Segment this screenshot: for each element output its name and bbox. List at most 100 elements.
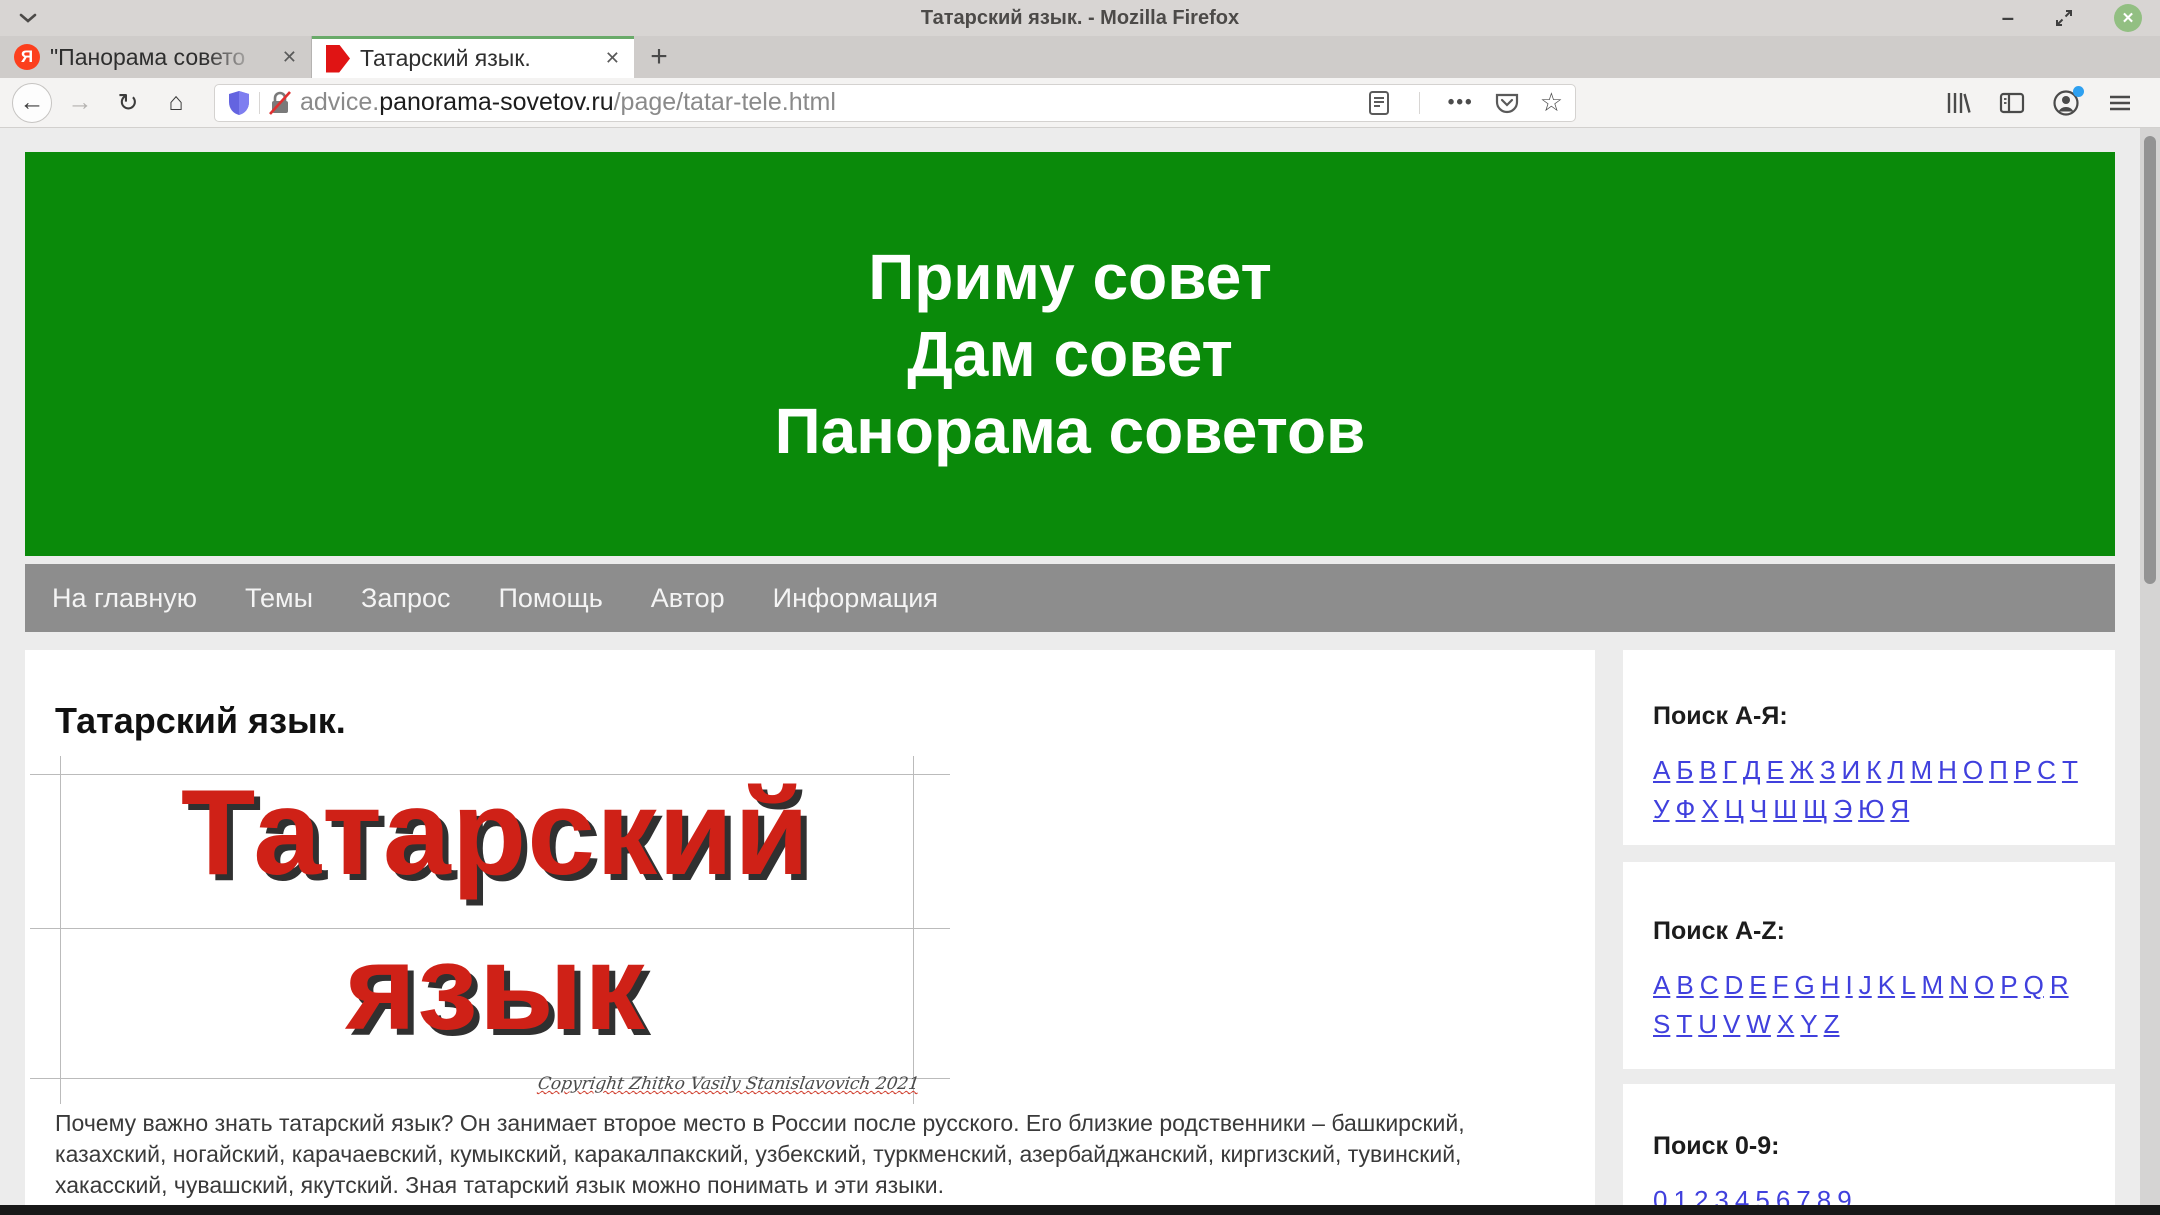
- letter-link[interactable]: О: [1963, 755, 1983, 786]
- letter-link[interactable]: Т: [2062, 755, 2078, 786]
- back-button[interactable]: ←: [12, 83, 52, 123]
- maximize-button[interactable]: [2054, 8, 2074, 28]
- library-icon[interactable]: [1944, 89, 1972, 117]
- letter-link[interactable]: Г: [1723, 755, 1737, 786]
- letter-link[interactable]: Щ: [1803, 794, 1827, 825]
- letter-link[interactable]: P: [2000, 970, 2017, 1001]
- screen-bottom-edge: [0, 1205, 2160, 1215]
- letter-link[interactable]: K: [1878, 970, 1895, 1001]
- letter-link[interactable]: I: [1846, 970, 1853, 1001]
- url-text[interactable]: advice.panorama-sovetov.ru/page/tatar-te…: [300, 88, 1367, 117]
- sidebars-icon[interactable]: [1998, 89, 2026, 117]
- letter-link[interactable]: З: [1820, 755, 1836, 786]
- letter-link[interactable]: O: [1974, 970, 1994, 1001]
- letter-link[interactable]: М: [1910, 755, 1932, 786]
- page-actions-icon[interactable]: •••: [1448, 92, 1474, 114]
- account-icon[interactable]: [2052, 89, 2080, 117]
- digit-link[interactable]: 7: [1796, 1185, 1810, 1205]
- digit-link[interactable]: 0: [1653, 1185, 1667, 1205]
- letter-link[interactable]: H: [1821, 970, 1840, 1001]
- letter-link[interactable]: C: [1700, 970, 1719, 1001]
- letter-link[interactable]: Ц: [1725, 794, 1744, 825]
- digit-link[interactable]: 3: [1714, 1185, 1728, 1205]
- letter-link[interactable]: W: [1746, 1009, 1771, 1040]
- tab-tatar-language[interactable]: Татарский язык. ✕: [312, 36, 634, 78]
- letter-link[interactable]: А: [1653, 755, 1670, 786]
- letter-link[interactable]: Х: [1701, 794, 1718, 825]
- letter-link[interactable]: E: [1749, 970, 1766, 1001]
- letter-link[interactable]: Э: [1833, 794, 1852, 825]
- letter-link[interactable]: R: [2050, 970, 2069, 1001]
- digit-link[interactable]: 6: [1776, 1185, 1790, 1205]
- letter-link[interactable]: J: [1859, 970, 1872, 1001]
- nav-link[interactable]: Запрос: [361, 583, 450, 614]
- tab-panorama-sovetov[interactable]: Я "Панорама совето ✕: [0, 36, 312, 78]
- window-menu-chevron-icon[interactable]: [18, 12, 38, 24]
- letter-link[interactable]: L: [1901, 970, 1915, 1001]
- forward-button[interactable]: →: [60, 83, 100, 123]
- nav-link[interactable]: На главную: [52, 583, 197, 614]
- letter-link[interactable]: Я: [1890, 794, 1909, 825]
- letter-link[interactable]: S: [1653, 1009, 1670, 1040]
- nav-link[interactable]: Темы: [245, 583, 313, 614]
- letter-link[interactable]: Ч: [1750, 794, 1767, 825]
- nav-link[interactable]: Автор: [651, 583, 725, 614]
- letter-link[interactable]: G: [1794, 970, 1814, 1001]
- letter-link[interactable]: У: [1653, 794, 1670, 825]
- letter-link[interactable]: T: [1676, 1009, 1692, 1040]
- letter-link[interactable]: С: [2037, 755, 2056, 786]
- letter-link[interactable]: B: [1676, 970, 1693, 1001]
- letter-link[interactable]: Z: [1824, 1009, 1840, 1040]
- letter-link[interactable]: Q: [2024, 970, 2044, 1001]
- tab-close-icon[interactable]: ✕: [282, 47, 297, 68]
- letter-link[interactable]: Ш: [1773, 794, 1797, 825]
- digit-link[interactable]: 2: [1694, 1185, 1708, 1205]
- reader-mode-icon[interactable]: [1367, 90, 1391, 116]
- letter-link[interactable]: Е: [1766, 755, 1783, 786]
- letter-link[interactable]: V: [1723, 1009, 1740, 1040]
- letter-link[interactable]: В: [1699, 755, 1716, 786]
- nav-link[interactable]: Информация: [773, 583, 938, 614]
- bookmark-star-icon[interactable]: ☆: [1540, 87, 1563, 118]
- menu-hamburger-icon[interactable]: [2106, 89, 2134, 117]
- letter-link[interactable]: Н: [1938, 755, 1957, 786]
- letter-link[interactable]: U: [1698, 1009, 1717, 1040]
- insecure-lock-icon[interactable]: [268, 90, 292, 116]
- letter-link[interactable]: F: [1773, 970, 1789, 1001]
- letter-link[interactable]: Б: [1676, 755, 1693, 786]
- letter-link[interactable]: N: [1949, 970, 1968, 1001]
- tab-close-icon[interactable]: ✕: [605, 48, 620, 69]
- letter-link[interactable]: Ф: [1676, 794, 1696, 825]
- pocket-icon[interactable]: [1494, 90, 1520, 116]
- reload-button[interactable]: ↻: [108, 83, 148, 123]
- page-scrollbar[interactable]: [2140, 128, 2160, 1205]
- new-tab-button[interactable]: +: [634, 36, 684, 78]
- home-button[interactable]: ⌂: [156, 83, 196, 123]
- letter-link[interactable]: Y: [1800, 1009, 1817, 1040]
- letter-link[interactable]: M: [1922, 970, 1944, 1001]
- letter-link[interactable]: Л: [1887, 755, 1904, 786]
- banner-line: Дам совет: [25, 316, 2115, 393]
- url-bar[interactable]: advice.panorama-sovetov.ru/page/tatar-te…: [214, 84, 1576, 122]
- letter-link[interactable]: Ю: [1858, 794, 1884, 825]
- minimize-button[interactable]: –: [2002, 13, 2014, 23]
- digit-link[interactable]: 4: [1735, 1185, 1749, 1205]
- close-button[interactable]: ✕: [2114, 4, 2142, 32]
- letter-link[interactable]: Д: [1743, 755, 1761, 786]
- digit-link[interactable]: 1: [1673, 1185, 1687, 1205]
- letter-link[interactable]: D: [1724, 970, 1743, 1001]
- digit-link[interactable]: 5: [1755, 1185, 1769, 1205]
- image-copyright: Copyright Zhitko Vasily Stanislavovich 2…: [536, 1074, 920, 1094]
- letter-link[interactable]: И: [1842, 755, 1861, 786]
- letter-link[interactable]: П: [1989, 755, 2008, 786]
- letter-link[interactable]: X: [1777, 1009, 1794, 1040]
- letter-link[interactable]: К: [1866, 755, 1881, 786]
- letter-link[interactable]: Ж: [1790, 755, 1814, 786]
- letter-link[interactable]: A: [1653, 970, 1670, 1001]
- digit-link[interactable]: 9: [1837, 1185, 1851, 1205]
- digit-link[interactable]: 8: [1817, 1185, 1831, 1205]
- tracking-protection-shield-icon[interactable]: [227, 90, 251, 116]
- letter-link[interactable]: Р: [2014, 755, 2031, 786]
- scrollbar-thumb[interactable]: [2144, 136, 2156, 584]
- nav-link[interactable]: Помощь: [499, 583, 603, 614]
